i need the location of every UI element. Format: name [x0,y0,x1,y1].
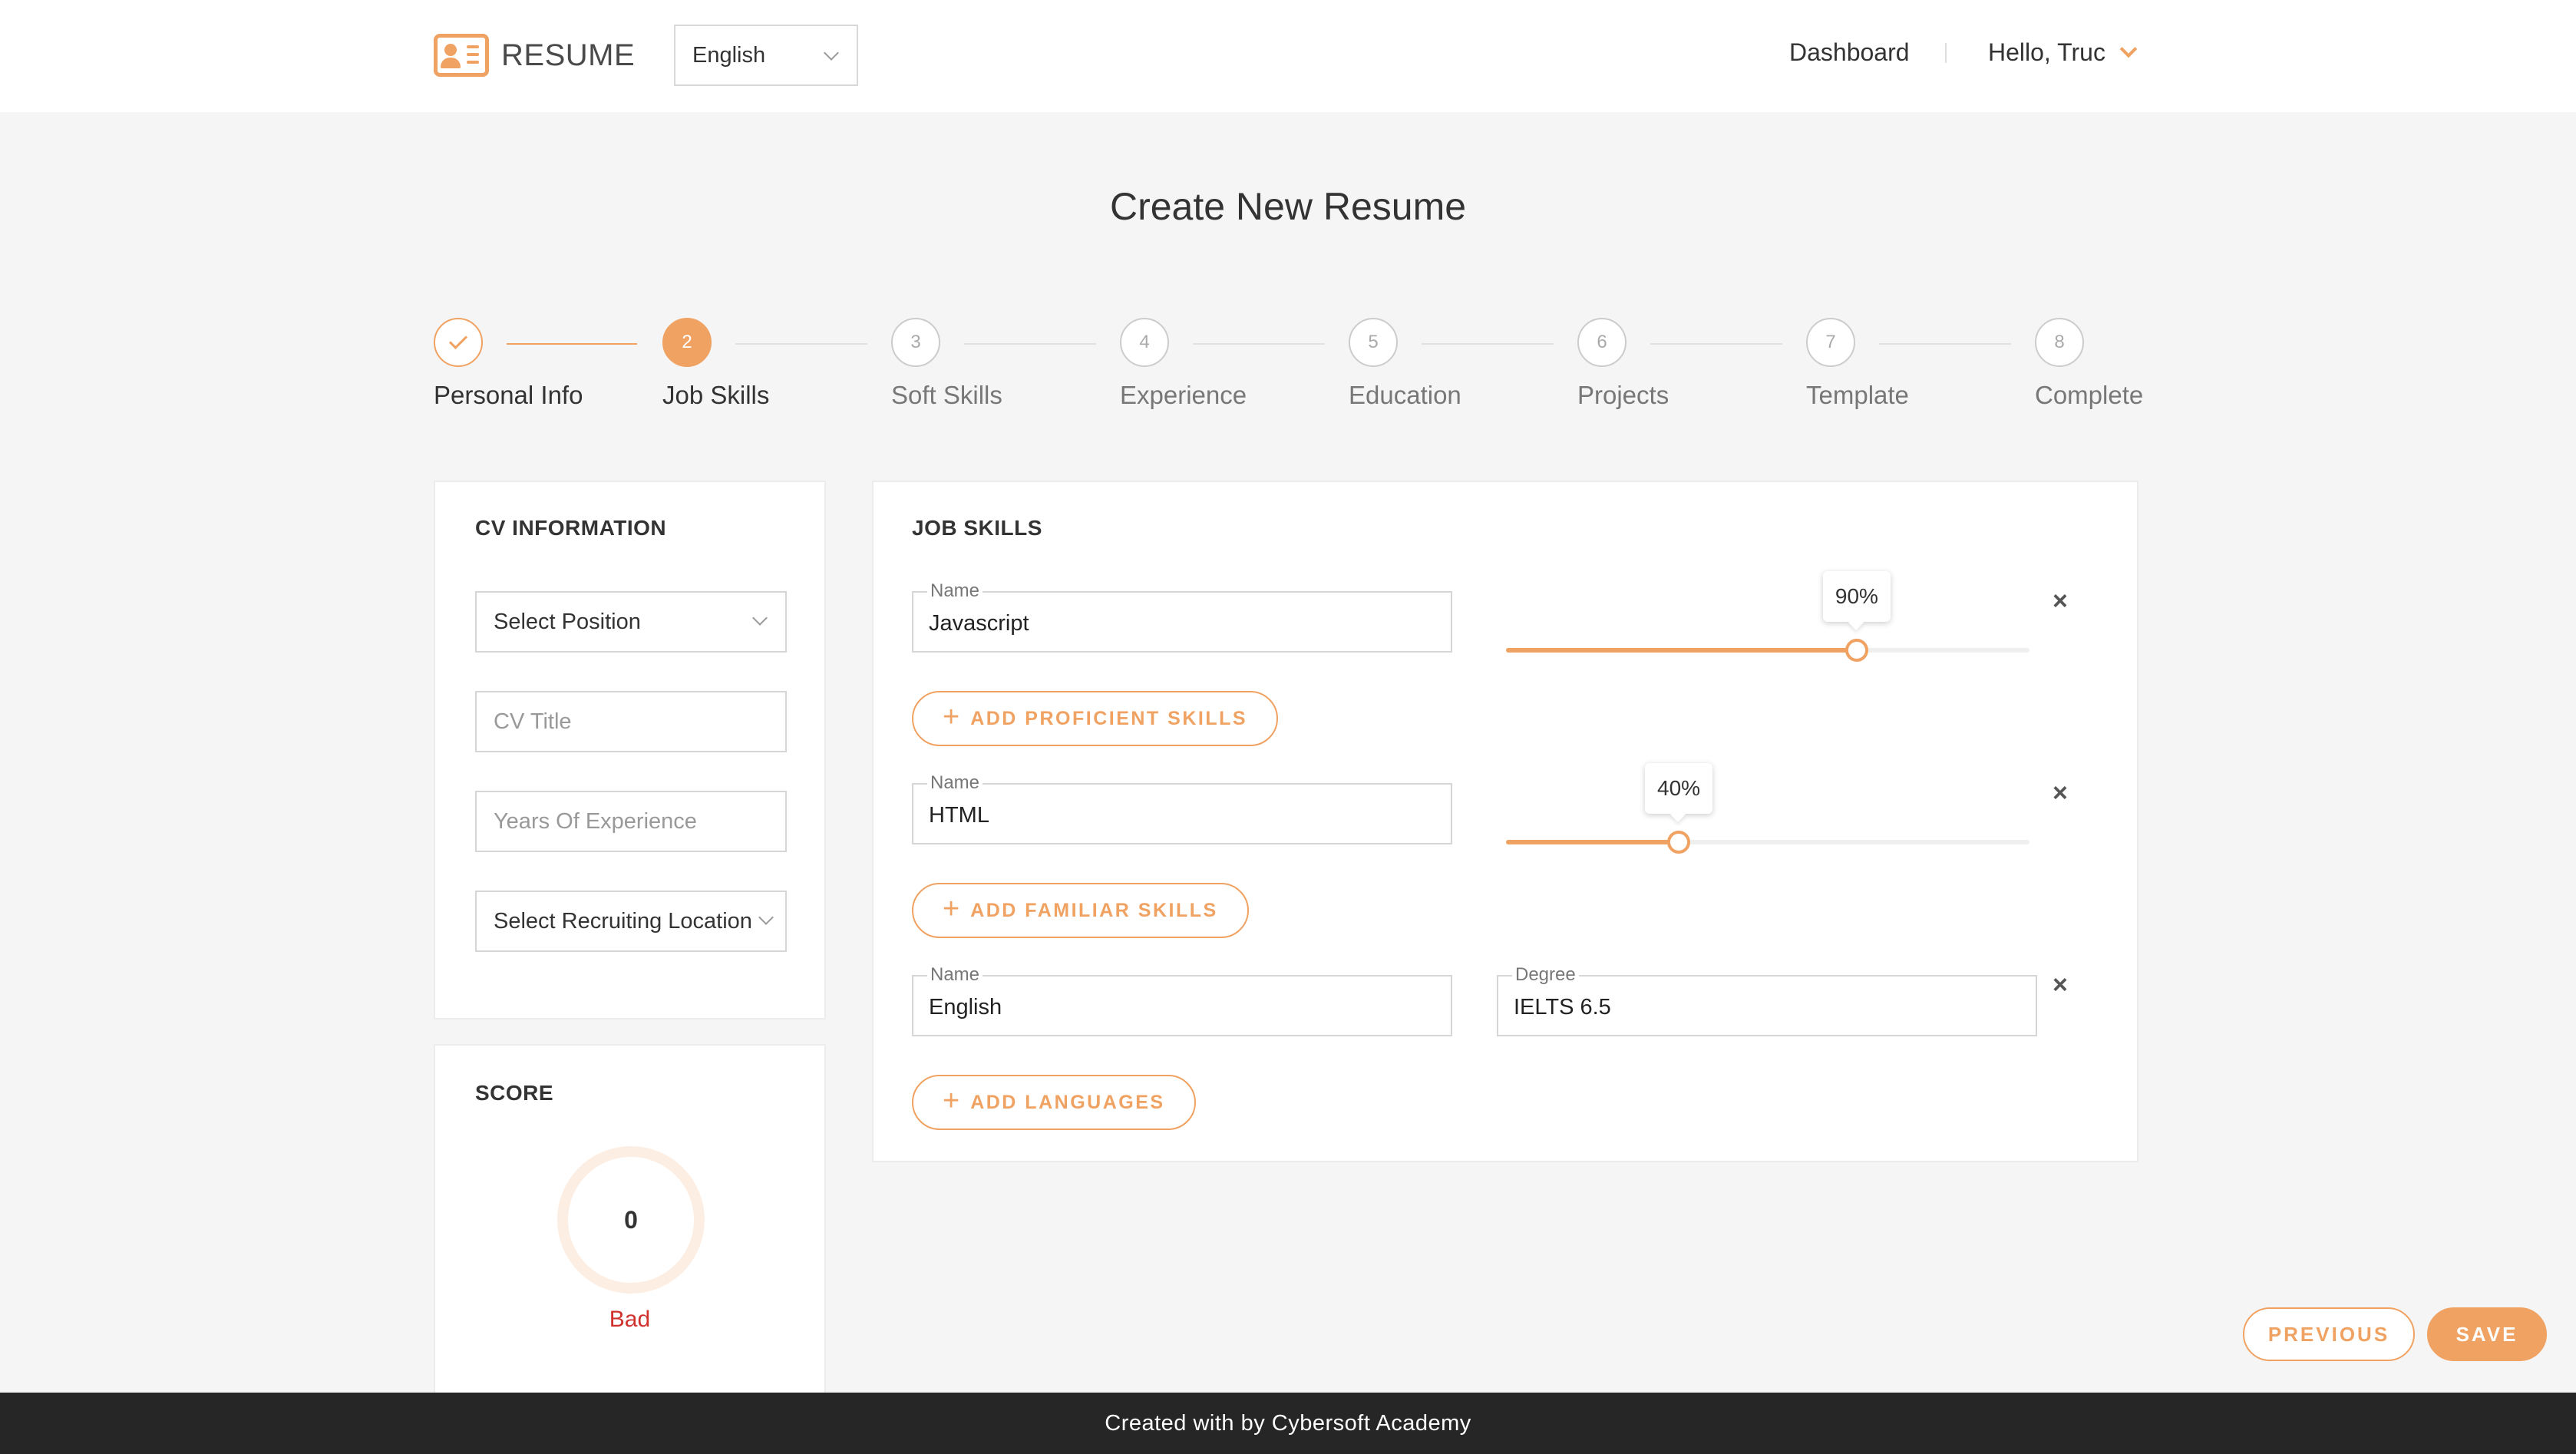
step-education[interactable]: 5 Education [1349,318,1461,409]
step-circle [434,318,483,367]
step-soft-skills[interactable]: 3 Soft Skills [891,318,1002,409]
chevron-down-icon [752,610,768,626]
field-value: English [929,995,1002,1019]
save-button[interactable]: SAVE [2427,1307,2547,1361]
slider-thumb[interactable] [1667,831,1691,854]
step-circle: 3 [891,318,940,367]
logo-text: RESUME [501,38,636,72]
page-title: Create New Resume [1109,185,1467,228]
step-circle: 7 [1806,318,1855,367]
step-label: Personal Info [434,381,583,409]
check-icon [448,330,468,350]
language-degree-field[interactable]: Degree IELTS 6.5 [1497,964,2037,1036]
plus-icon: + [943,1084,960,1117]
step-label: Soft Skills [891,381,1002,409]
footer: Created with by Cybersoft Academy [0,1393,2576,1454]
chevron-down-icon [2119,40,2138,58]
step-label: Template [1806,381,1909,409]
slider-fill [1506,840,1679,844]
step-connector [735,343,867,345]
proficient-skill-name-field[interactable]: Name Javascript [912,580,1452,653]
cv-title-placeholder: CV Title [494,709,572,734]
recruiting-location-select[interactable]: Select Recruiting Location [475,891,787,952]
step-label: Job Skills [662,381,770,409]
chevron-down-icon [758,910,774,925]
step-circle: 4 [1120,318,1169,367]
step-experience[interactable]: 4 Experience [1120,318,1247,409]
chevron-down-icon [824,45,839,61]
field-label: Name [927,964,983,986]
step-complete[interactable]: 8 Complete [2035,318,2143,409]
cv-title-input[interactable]: CV Title [475,691,787,752]
user-greeting: Hello, Truc [1988,38,2105,66]
plus-icon: + [943,700,960,733]
close-icon[interactable]: × [2053,970,2068,1000]
top-header: RESUME English Dashboard Hello, Truc [0,0,2576,112]
logo[interactable]: RESUME [434,34,635,77]
plus-icon: + [943,892,960,925]
field-value: HTML [929,803,989,828]
language-select[interactable]: English [674,25,858,86]
footer-text: Created with by Cybersoft Academy [1105,1410,1471,1436]
step-label: Projects [1577,381,1669,409]
card-title: CV INFORMATION [475,516,667,540]
job-skills-card: JOB SKILLS Name Javascript 90% × + ADD P… [872,481,2138,1162]
nav-divider [1945,43,1947,63]
step-template[interactable]: 7 Template [1806,318,1909,409]
field-value: IELTS 6.5 [1514,995,1611,1019]
step-connector [964,343,1096,345]
years-of-experience-input[interactable]: Years Of Experience [475,791,787,852]
step-label: Education [1349,381,1461,409]
add-languages-button[interactable]: + ADD LANGUAGES [912,1075,1196,1130]
step-circle: 8 [2035,318,2084,367]
button-label: ADD FAMILIAR SKILLS [970,899,1218,921]
location-value: Select Recruiting Location [494,908,752,934]
field-label: Degree [1512,964,1579,986]
proficient-skill-slider[interactable]: 90% [1506,571,2029,662]
familiar-skill-slider[interactable]: 40% [1506,763,2029,854]
step-connector [1879,343,2011,345]
cv-information-card: CV INFORMATION Select Position CV Title … [434,481,826,1019]
familiar-skill-name-field[interactable]: Name HTML [912,772,1452,844]
button-label: ADD PROFICIENT SKILLS [970,707,1248,729]
position-value: Select Position [494,609,641,634]
step-job-skills[interactable]: 2 Job Skills [662,318,769,409]
score-rating: Bad [609,1307,651,1332]
step-projects[interactable]: 6 Projects [1577,318,1669,409]
close-icon[interactable]: × [2053,587,2068,616]
user-menu[interactable]: Hello, Truc [1988,38,2138,67]
slider-value-tooltip: 40% [1645,763,1713,814]
card-title: SCORE [475,1081,554,1105]
step-circle: 5 [1349,318,1398,367]
close-icon[interactable]: × [2053,778,2068,808]
button-label: ADD LANGUAGES [970,1091,1165,1113]
slider-value-tooltip: 90% [1822,571,1891,622]
slider-thumb[interactable] [1844,639,1868,662]
field-label: Name [927,772,983,794]
field-label: Name [927,580,983,602]
card-title: JOB SKILLS [912,516,1042,540]
add-proficient-skills-button[interactable]: + ADD PROFICIENT SKILLS [912,691,1279,746]
language-name-field[interactable]: Name English [912,964,1452,1036]
score-gauge: 0 [557,1146,705,1294]
step-connector [1650,343,1782,345]
step-connector [1193,343,1325,345]
previous-button[interactable]: PREVIOUS [2243,1307,2415,1361]
step-circle: 6 [1577,318,1627,367]
nav-dashboard-link[interactable]: Dashboard [1789,38,1910,67]
field-value: Javascript [929,611,1029,636]
step-label: Complete [2035,381,2144,409]
step-circle: 2 [662,318,712,367]
resume-card-icon [434,34,489,77]
step-label: Experience [1120,381,1247,409]
add-familiar-skills-button[interactable]: + ADD FAMILIAR SKILLS [912,883,1249,938]
language-value: English [692,42,766,68]
step-connector [507,343,637,345]
score-value: 0 [624,1205,638,1234]
position-select[interactable]: Select Position [475,591,787,653]
step-connector [1422,343,1554,345]
years-placeholder: Years Of Experience [494,808,697,834]
step-personal-info[interactable]: Personal Info [434,318,583,409]
slider-fill [1506,648,1857,653]
